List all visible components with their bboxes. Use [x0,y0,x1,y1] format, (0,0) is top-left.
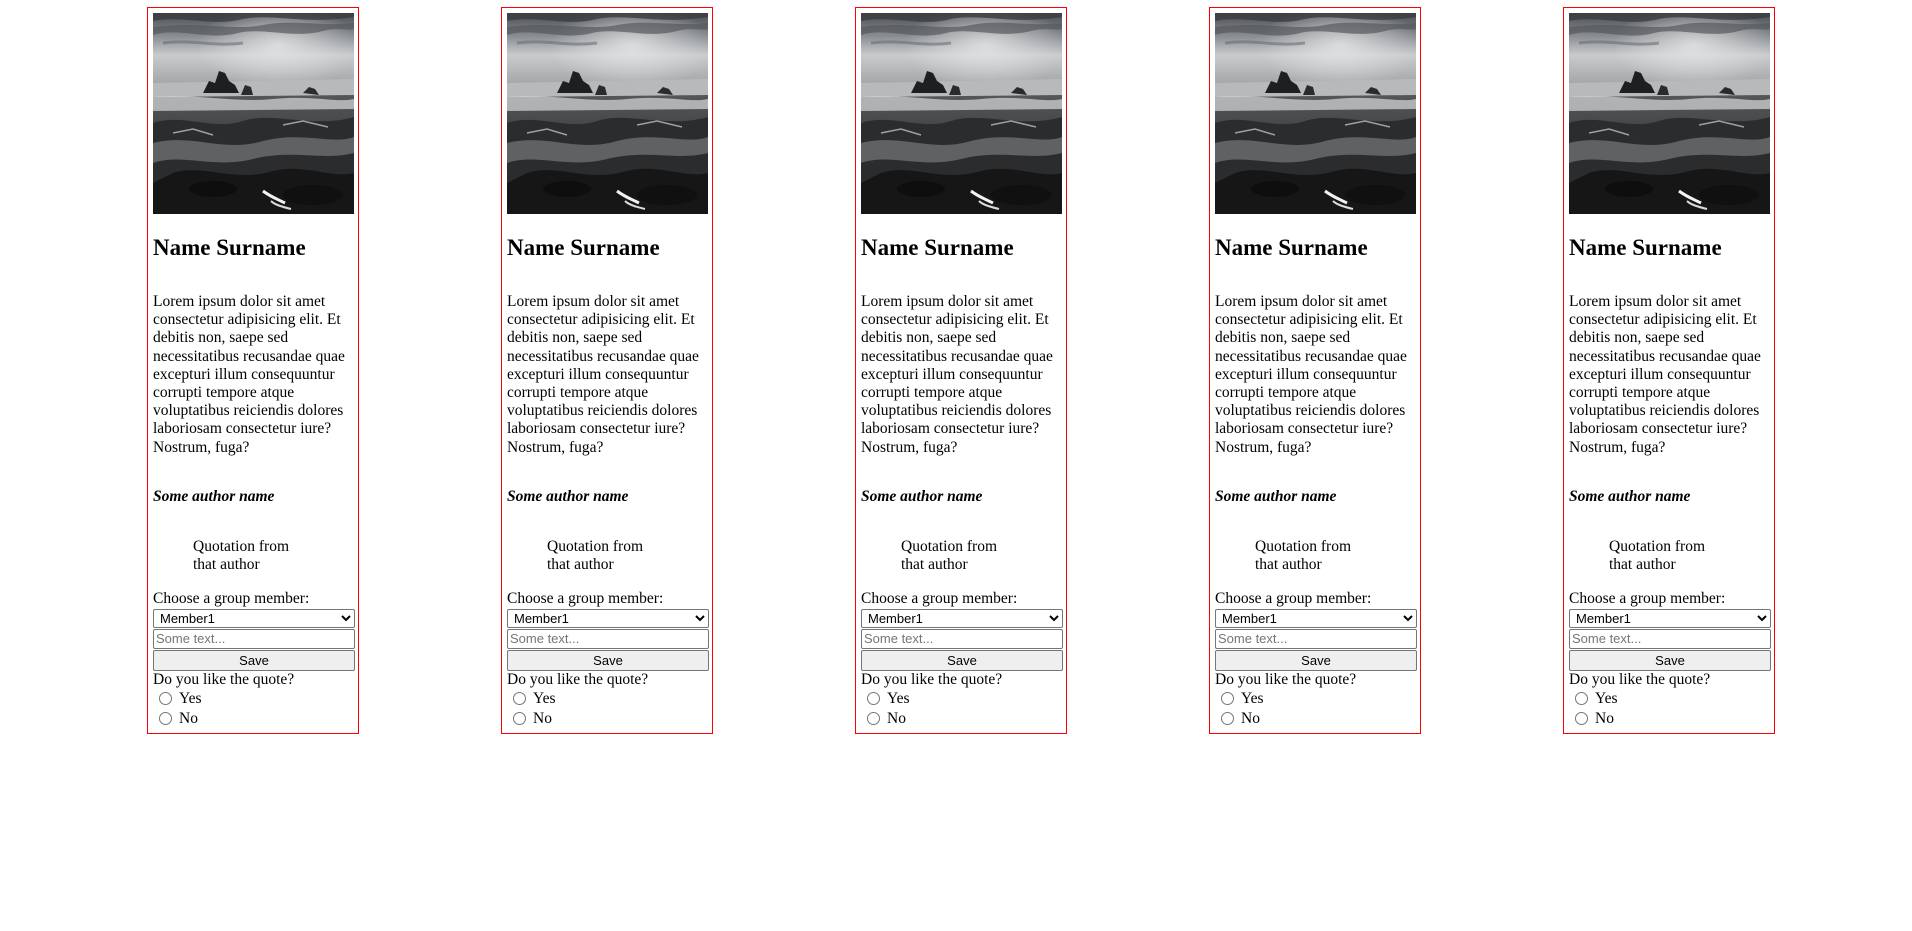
person-name: Name Surname [507,235,660,260]
quotation: Quotation from that author [547,537,643,573]
no-label: No [1241,710,1260,728]
yes-radio[interactable] [867,692,880,706]
profile-card: Name Surname Lorem ipsum dolor sit amet … [147,7,359,734]
person-name: Name Surname [153,235,306,260]
seascape-photo [1215,13,1416,214]
person-name: Name Surname [861,235,1014,260]
author-name: Some author name [507,487,629,505]
bio-text: Lorem ipsum dolor sit amet consectetur a… [507,293,699,456]
profile-card: Name Surname Lorem ipsum dolor sit amet … [1209,7,1421,734]
save-button[interactable]: Save [861,649,1063,671]
yes-radio[interactable] [1575,692,1588,706]
seascape-photo [507,13,708,214]
yes-label: Yes [1595,690,1618,708]
author-name: Some author name [1215,487,1337,505]
yes-label: Yes [1241,690,1264,708]
no-radio[interactable] [1575,712,1588,726]
yes-radio[interactable] [1221,692,1234,706]
text-input[interactable] [861,628,1063,649]
author-name: Some author name [153,487,275,505]
yes-option: Yes [1569,689,1770,709]
yes-option: Yes [153,689,354,709]
bio-text: Lorem ipsum dolor sit amet consectetur a… [861,293,1053,456]
yes-option: Yes [1215,689,1416,709]
profile-card: Name Surname Lorem ipsum dolor sit amet … [855,7,1067,734]
group-member-label: Choose a group member: [507,589,664,607]
no-radio[interactable] [867,712,880,726]
save-button[interactable]: Save [1215,649,1417,671]
yes-option: Yes [507,689,708,709]
no-label: No [179,710,198,728]
quote-question: Do you like the quote? [1569,670,1711,688]
seascape-photo [1569,13,1770,214]
seascape-photo [153,13,354,214]
bio-text: Lorem ipsum dolor sit amet consectetur a… [1215,293,1407,456]
quote-question: Do you like the quote? [507,670,649,688]
no-option: No [1215,709,1416,729]
yes-radio[interactable] [513,692,526,706]
quotation: Quotation from that author [193,537,289,573]
group-member-select[interactable]: Member1 [861,608,1063,628]
quotation: Quotation from that author [1255,537,1351,573]
text-input[interactable] [507,628,709,649]
group-member-label: Choose a group member: [153,589,310,607]
no-label: No [1595,710,1614,728]
author-name: Some author name [861,487,983,505]
yes-label: Yes [533,690,556,708]
profile-card: Name Surname Lorem ipsum dolor sit amet … [1563,7,1775,734]
no-option: No [507,709,708,729]
no-option: No [153,709,354,729]
no-label: No [887,710,906,728]
save-button[interactable]: Save [1569,649,1771,671]
yes-label: Yes [887,690,910,708]
save-button[interactable]: Save [507,649,709,671]
no-label: No [533,710,552,728]
save-button[interactable]: Save [153,649,355,671]
group-member-select[interactable]: Member1 [1569,608,1771,628]
person-name: Name Surname [1569,235,1722,260]
no-radio[interactable] [513,712,526,726]
text-input[interactable] [153,628,355,649]
text-input[interactable] [1215,628,1417,649]
no-option: No [1569,709,1770,729]
group-member-label: Choose a group member: [1215,589,1372,607]
profile-card: Name Surname Lorem ipsum dolor sit amet … [501,7,713,734]
yes-option: Yes [861,689,1062,709]
bio-text: Lorem ipsum dolor sit amet consectetur a… [1569,293,1761,456]
person-name: Name Surname [1215,235,1368,260]
group-member-select[interactable]: Member1 [1215,608,1417,628]
group-member-select[interactable]: Member1 [507,608,709,628]
no-radio[interactable] [1221,712,1234,726]
yes-label: Yes [179,690,202,708]
no-radio[interactable] [159,712,172,726]
seascape-photo [861,13,1062,214]
group-member-label: Choose a group member: [1569,589,1726,607]
quotation: Quotation from that author [901,537,997,573]
quotation: Quotation from that author [1609,537,1705,573]
quote-question: Do you like the quote? [1215,670,1357,688]
author-name: Some author name [1569,487,1691,505]
yes-radio[interactable] [159,692,172,706]
text-input[interactable] [1569,628,1771,649]
group-member-label: Choose a group member: [861,589,1018,607]
group-member-select[interactable]: Member1 [153,608,355,628]
profile-cards-row: Name Surname Lorem ipsum dolor sit amet … [0,0,1912,931]
quote-question: Do you like the quote? [861,670,1003,688]
quote-question: Do you like the quote? [153,670,295,688]
no-option: No [861,709,1062,729]
bio-text: Lorem ipsum dolor sit amet consectetur a… [153,293,345,456]
